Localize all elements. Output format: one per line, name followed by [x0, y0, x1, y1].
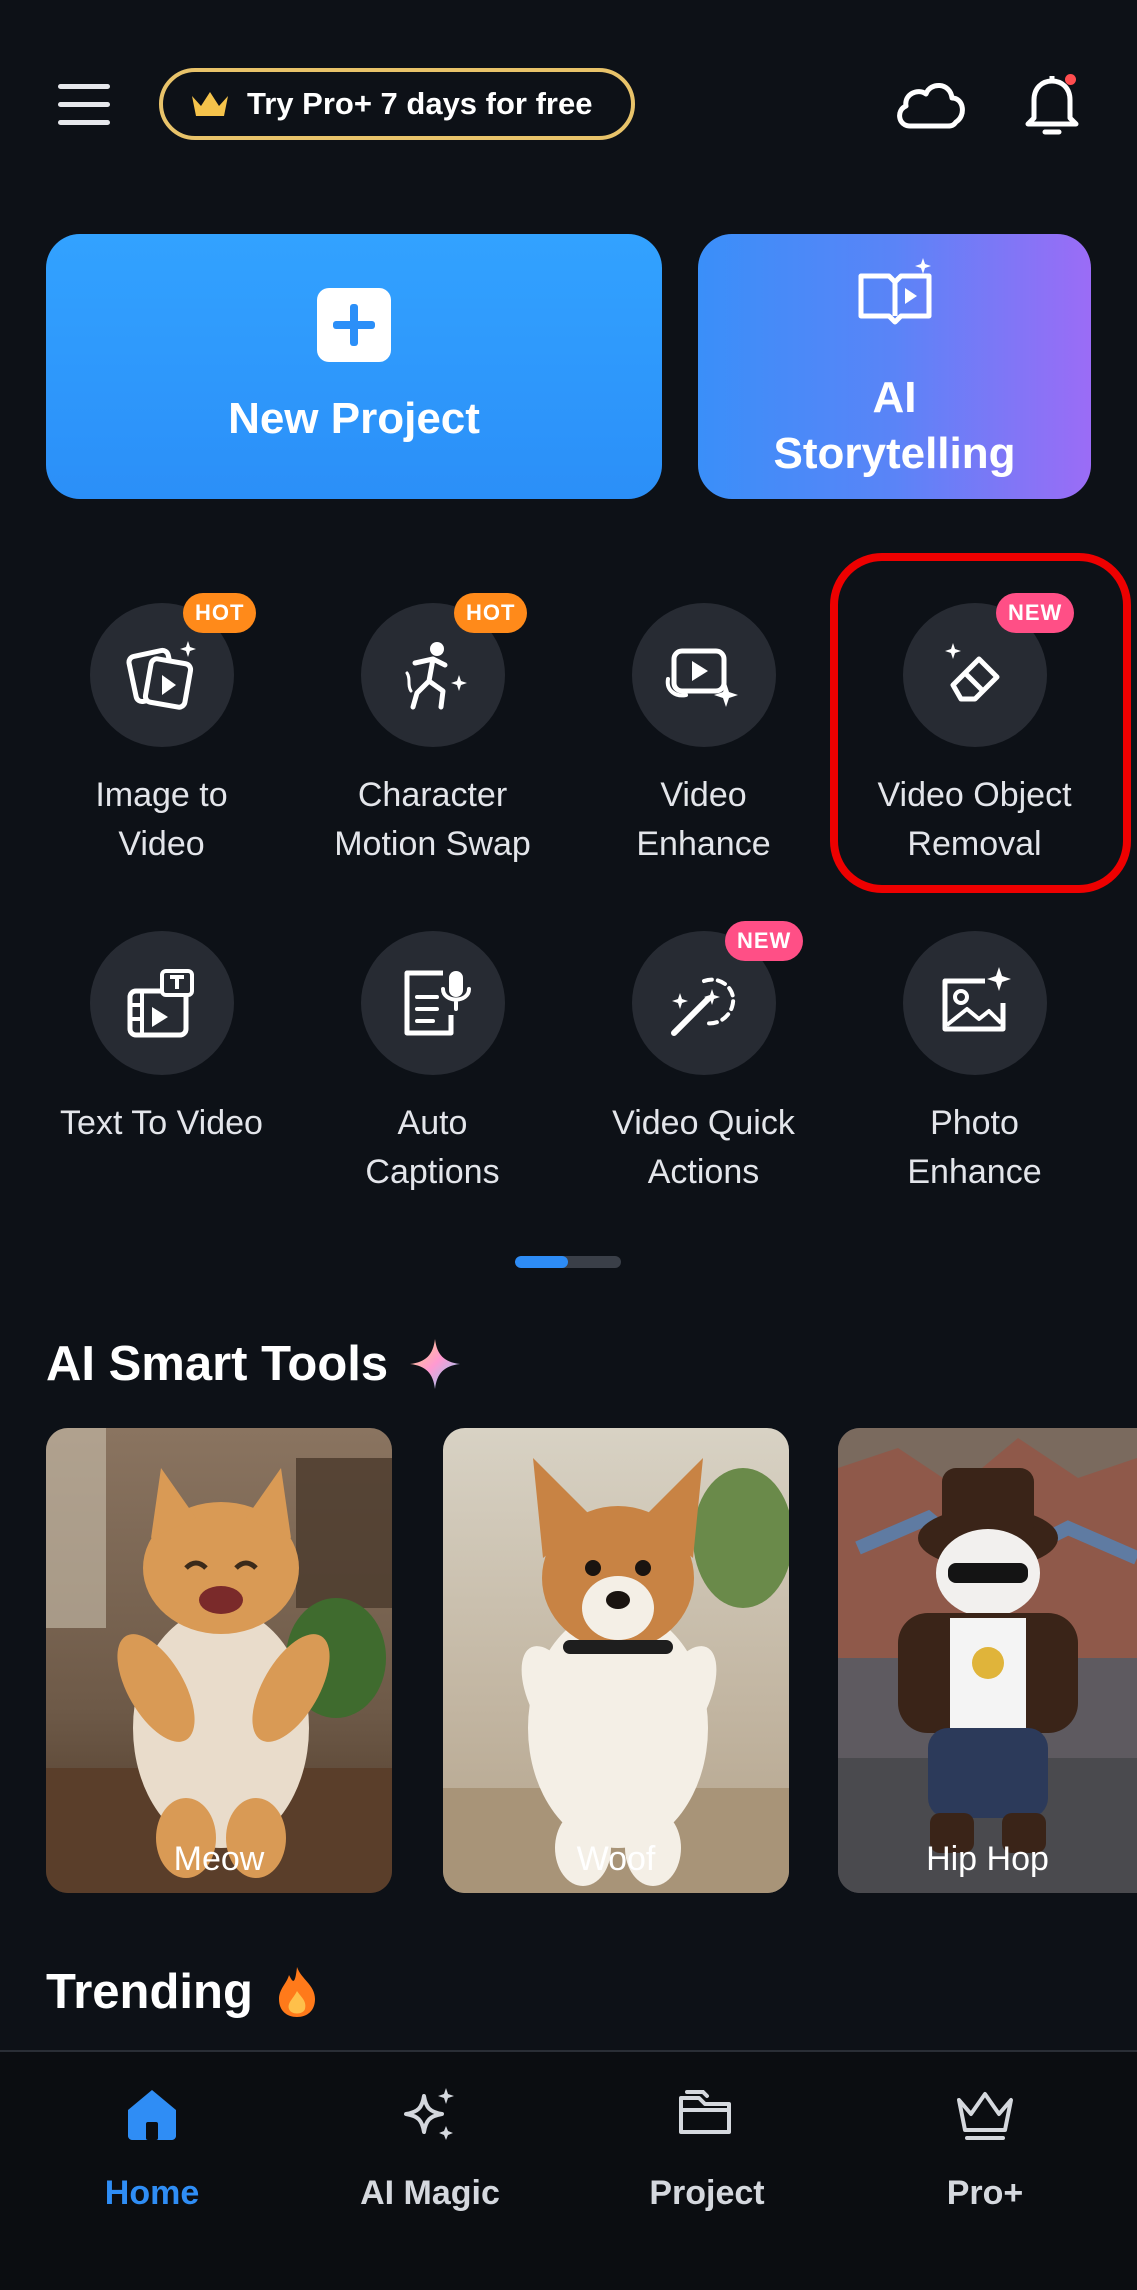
magic-wand-icon — [671, 977, 736, 1036]
nav-label: AI Magic — [360, 2174, 500, 2212]
storybook-icon — [858, 258, 932, 325]
text-to-video-icon — [127, 969, 194, 1038]
smart-tool-card-meow[interactable]: Meow — [46, 1428, 392, 1893]
cat-dance-thumbnail — [46, 1428, 392, 1893]
trending-header: Trending — [46, 1964, 319, 2020]
card-caption: Meow — [173, 1840, 265, 1878]
menu-icon — [58, 84, 110, 89]
tool-label: Auto Captions — [365, 1104, 500, 1191]
home-icon — [128, 2090, 176, 2140]
tool-label: Video Object Removal — [877, 776, 1072, 863]
nav-project[interactable]: Project — [587, 2052, 827, 2252]
nav-label: Pro+ — [946, 2174, 1024, 2212]
auto-captions-icon — [404, 970, 471, 1036]
nav-label: Project — [649, 2174, 765, 2212]
photo-enhance-icon — [942, 967, 1011, 1032]
new-badge: NEW — [996, 593, 1075, 633]
hot-badge: HOT — [454, 593, 528, 633]
cloud-button[interactable] — [892, 72, 968, 138]
promo-label: Try Pro+ 7 days for free — [247, 86, 593, 121]
card-caption: Hip Hop — [926, 1840, 1049, 1878]
tool-label: Video Quick Actions — [612, 1104, 795, 1191]
card-caption: Woof — [576, 1840, 656, 1878]
eraser-icon — [945, 643, 1000, 702]
crown-icon — [957, 2092, 1013, 2140]
tool-auto-captions[interactable]: Auto Captions — [297, 931, 568, 1221]
folder-icon — [679, 2090, 731, 2134]
tool-label: Photo Enhance — [907, 1104, 1042, 1191]
hip-hop-cat-thumbnail — [838, 1428, 1137, 1893]
section-title: AI Smart Tools — [46, 1337, 389, 1391]
nav-label: Home — [104, 2174, 200, 2212]
menu-button[interactable] — [54, 82, 114, 128]
page-indicator — [515, 1256, 621, 1268]
ai-storytelling-card[interactable]: AI Storytelling — [698, 234, 1091, 499]
smart-tool-card-woof[interactable]: Woof — [443, 1428, 789, 1893]
hot-badge: HOT — [183, 593, 257, 633]
fire-icon — [278, 1967, 315, 2017]
tool-label: Video Enhance — [636, 776, 771, 863]
notifications-button[interactable] — [1020, 68, 1084, 142]
nav-home[interactable]: Home — [32, 2052, 272, 2252]
nav-ai-magic[interactable]: AI Magic — [310, 2052, 550, 2252]
tool-photo-enhance[interactable]: Photo Enhance — [839, 931, 1110, 1221]
sparkle-icon — [410, 1339, 461, 1389]
crown-icon — [192, 92, 228, 116]
tool-label: Image to Video — [95, 776, 228, 863]
tool-video-enhance[interactable]: Video Enhance — [568, 603, 839, 893]
tool-image-to-video[interactable]: HOT Image to Video — [26, 593, 297, 893]
nav-pro-plus[interactable]: Pro+ — [865, 2052, 1105, 2252]
new-badge: NEW — [725, 921, 804, 961]
plus-icon — [317, 288, 391, 362]
ai-storytelling-label: AI Storytelling — [773, 373, 1016, 478]
smart-tool-card-hip-hop[interactable]: Hip Hop — [838, 1428, 1137, 1893]
image-to-video-icon — [126, 641, 196, 710]
tool-label: Text To Video — [60, 1104, 263, 1142]
new-project-card[interactable]: New Project — [46, 234, 662, 499]
bottom-navigation: Home AI Magic Project Pro+ — [0, 2050, 1137, 2290]
new-project-label: New Project — [228, 394, 480, 443]
tool-label: Character Motion Swap — [334, 776, 531, 863]
tool-video-quick-actions[interactable]: NEW Video Quick Actions — [568, 921, 839, 1221]
sparkles-icon — [404, 2088, 454, 2140]
tool-video-object-removal[interactable]: NEW Video Object Removal — [839, 593, 1110, 893]
tool-text-to-video[interactable]: Text To Video — [26, 931, 297, 1221]
video-enhance-icon — [665, 648, 738, 707]
section-title: Trending — [46, 1965, 253, 2019]
try-pro-button[interactable]: Try Pro+ 7 days for free — [159, 68, 635, 140]
dog-dance-thumbnail — [443, 1428, 789, 1893]
tool-character-motion-swap[interactable]: HOT Character Motion Swap — [297, 593, 568, 893]
ai-smart-tools-header: AI Smart Tools — [46, 1336, 462, 1392]
cloud-icon — [897, 83, 965, 129]
notification-dot — [1065, 74, 1076, 85]
character-motion-icon — [405, 642, 467, 710]
